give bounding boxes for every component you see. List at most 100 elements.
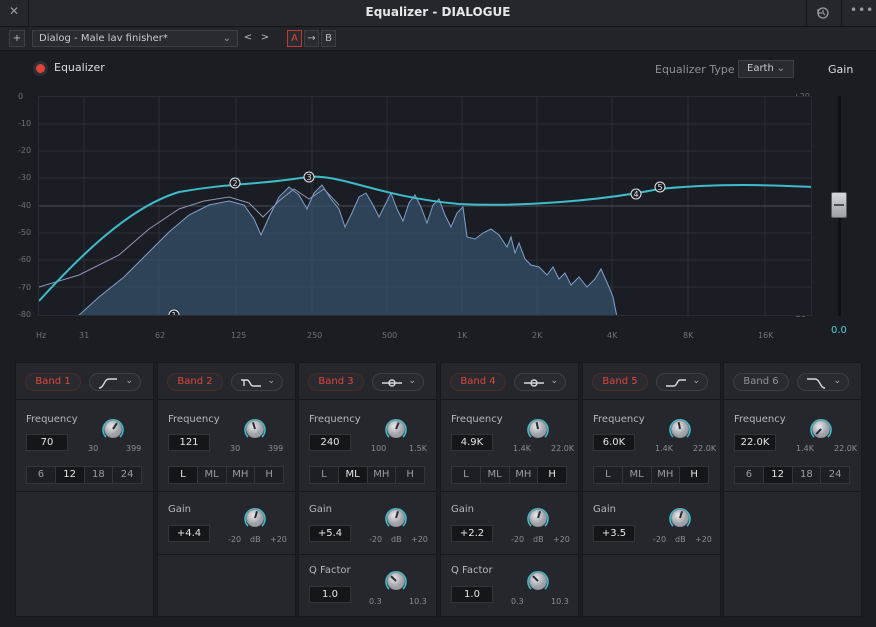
slope-option[interactable]: 6 — [735, 467, 764, 483]
compare-a-button[interactable]: A — [287, 30, 302, 47]
chevron-down-icon: ⌄ — [125, 376, 133, 386]
type-option[interactable]: MH — [652, 467, 681, 483]
frequency-min: 1.4K — [796, 444, 814, 453]
frequency-max: 399 — [126, 444, 142, 453]
preset-toolbar: + Dialog - Male lav finisher* ⌄ < > A → … — [0, 27, 876, 51]
type-option[interactable]: ML — [623, 467, 652, 483]
type-option[interactable]: H — [538, 467, 566, 483]
reset-icon[interactable] — [815, 5, 833, 21]
frequency-knob[interactable] — [383, 416, 409, 442]
frequency-value[interactable]: 121 — [168, 434, 210, 451]
frequency-min: 30 — [88, 444, 99, 453]
type-option[interactable]: MH — [227, 467, 256, 483]
gain-value[interactable]: +2.2 — [451, 525, 493, 542]
frequency-value[interactable]: 240 — [309, 434, 351, 451]
band-6-toggle[interactable]: Band 6 — [733, 373, 789, 391]
type-option[interactable]: L — [594, 467, 623, 483]
frequency-knob[interactable] — [808, 416, 834, 442]
filter-shape-select[interactable]: ⌄ — [372, 373, 424, 391]
type-option[interactable]: ML — [338, 467, 368, 483]
gain-knob[interactable] — [525, 505, 551, 531]
band-6-panel: Band 6 ⌄ Frequency 22.0K 1.4K 22.0K 6 12 18 24 — [723, 362, 862, 617]
filter-shape-select[interactable]: ⌄ — [797, 373, 849, 391]
type-option[interactable]: ML — [198, 467, 227, 483]
gain-knob[interactable] — [383, 505, 409, 531]
gain-value[interactable]: +4.4 — [168, 525, 210, 542]
chevron-down-icon: ⌄ — [222, 33, 231, 44]
frequency-tick-label: 1K — [457, 331, 468, 340]
band-3-toggle[interactable]: Band 3 — [308, 373, 364, 391]
frequency-value[interactable]: 6.0K — [593, 434, 635, 451]
gain-knob[interactable] — [667, 505, 693, 531]
slope-option[interactable]: 24 — [821, 467, 849, 483]
type-option[interactable]: L — [169, 467, 198, 483]
gain-value[interactable]: +5.4 — [309, 525, 351, 542]
slope-option[interactable]: 18 — [793, 467, 822, 483]
slope-option[interactable]: 12 — [55, 467, 85, 483]
slope-option[interactable]: 12 — [763, 467, 793, 483]
preset-select[interactable]: Dialog - Male lav finisher* ⌄ — [32, 30, 238, 47]
gain-value[interactable]: +3.5 — [593, 525, 635, 542]
equalizer-enable-toggle[interactable] — [36, 64, 45, 73]
gain-fader-handle[interactable] — [831, 192, 847, 218]
equalizer-type-select[interactable]: Earth ⌄ — [738, 60, 794, 78]
type-option[interactable]: L — [452, 467, 481, 483]
frequency-tick-label: 8K — [683, 331, 694, 340]
chevron-down-icon: ⌄ — [550, 376, 558, 386]
db-tick-label: -50 — [18, 228, 32, 237]
filter-shape-select[interactable]: ⌄ — [231, 373, 283, 391]
filter-shape-select[interactable]: ⌄ — [514, 373, 566, 391]
q-factor-knob[interactable] — [383, 568, 409, 594]
frequency-knob[interactable] — [242, 416, 268, 442]
slope-option[interactable]: 24 — [113, 467, 141, 483]
more-options-icon[interactable]: ••• — [850, 3, 874, 17]
frequency-tick-label: 62 — [155, 331, 166, 340]
frequency-knob[interactable] — [667, 416, 693, 442]
type-option[interactable]: MH — [368, 467, 397, 483]
type-option[interactable]: ML — [481, 467, 510, 483]
filter-shape-select[interactable]: ⌄ — [656, 373, 708, 391]
type-option[interactable]: MH — [510, 467, 539, 483]
frequency-tick-label: 31 — [79, 331, 90, 340]
type-option[interactable]: H — [396, 467, 424, 483]
next-preset-button[interactable]: > — [258, 30, 272, 47]
frequency-max: 22.0K — [834, 444, 858, 453]
band-5-toggle[interactable]: Band 5 — [592, 373, 648, 391]
add-preset-button[interactable]: + — [9, 30, 25, 47]
frequency-section: Frequency 22.0K 1.4K 22.0K 6 12 18 24 — [724, 400, 861, 492]
band-header: Band 5 ⌄ — [583, 363, 720, 400]
type-option[interactable]: H — [680, 467, 708, 483]
filter-shape-select[interactable]: ⌄ — [89, 373, 141, 391]
frequency-max: 22.0K — [693, 444, 717, 453]
previous-preset-button[interactable]: < — [241, 30, 255, 47]
slope-option[interactable]: 6 — [27, 467, 56, 483]
slope-selector: 6 12 18 24 — [26, 466, 142, 484]
band-1-toggle[interactable]: Band 1 — [25, 373, 81, 391]
band-2-toggle[interactable]: Band 2 — [167, 373, 223, 391]
frequency-value[interactable]: 4.9K — [451, 434, 493, 451]
db-tick-label: -30 — [18, 173, 32, 182]
band-1-panel: Band 1 ⌄ Frequency 70 30 399 6 12 18 24 — [15, 362, 154, 617]
slope-option[interactable]: 18 — [85, 467, 114, 483]
copy-a-to-b-button[interactable]: → — [304, 30, 319, 47]
band-4-toggle[interactable]: Band 4 — [450, 373, 506, 391]
type-option[interactable]: L — [310, 467, 339, 483]
frequency-knob[interactable] — [100, 416, 126, 442]
equalizer-label: Equalizer — [54, 61, 105, 74]
type-option[interactable]: H — [255, 467, 283, 483]
frequency-knob[interactable] — [525, 416, 551, 442]
frequency-label: Frequency — [593, 414, 645, 425]
q-factor-knob[interactable] — [525, 568, 551, 594]
frequency-value[interactable]: 22.0K — [734, 434, 776, 451]
q-factor-value[interactable]: 1.0 — [309, 586, 351, 603]
frequency-value[interactable]: 70 — [26, 434, 68, 451]
q-factor-value[interactable]: 1.0 — [451, 586, 493, 603]
gain-knob[interactable] — [242, 505, 268, 531]
gain-min: -20 — [653, 535, 667, 544]
frequency-section: Frequency 6.0K 1.4K 22.0K L ML MH H — [583, 400, 720, 492]
eq-graph[interactable]: 1 2 3 4 5 — [38, 96, 812, 316]
frequency-label: Frequency — [451, 414, 503, 425]
gain-min: -20 — [369, 535, 383, 544]
compare-b-button[interactable]: B — [321, 30, 336, 47]
q-factor-section: Q Factor 1.0 0.3 10.3 — [441, 555, 578, 617]
